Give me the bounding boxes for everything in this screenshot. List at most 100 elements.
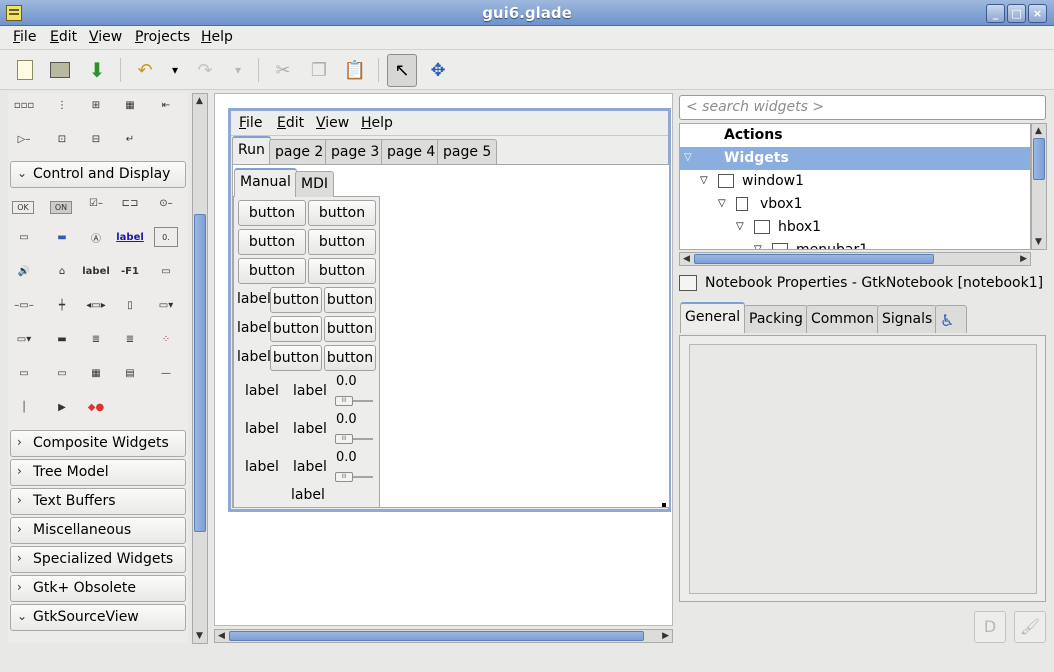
tab-common[interactable]: Common <box>806 305 880 333</box>
color-button-icon[interactable]: ▬ <box>50 227 74 247</box>
slider-knob[interactable]: III <box>335 434 353 444</box>
tab-run[interactable]: Run <box>232 136 271 165</box>
copy-icon[interactable]: ❐ <box>304 56 334 84</box>
expander-down-icon[interactable]: ▽ <box>684 152 692 163</box>
design-button[interactable]: button <box>308 258 376 284</box>
palette-scrollbar[interactable]: ▲ ▼ <box>192 93 208 644</box>
tree-row-actions[interactable]: Actions <box>680 124 1030 147</box>
scroll-down-arrow[interactable]: ▼ <box>196 631 203 641</box>
scroll-thumb[interactable] <box>694 254 934 264</box>
design-hscale[interactable]: III <box>335 396 373 410</box>
hscale-icon[interactable]: –▭– <box>12 295 36 315</box>
menu-edit[interactable]: Edit <box>50 29 77 45</box>
resize-handle[interactable] <box>662 503 666 507</box>
expander-down-icon[interactable]: ▽ <box>754 244 762 249</box>
check-button-icon[interactable]: ☑– <box>84 193 108 213</box>
slider-knob[interactable]: III <box>335 396 353 406</box>
scroll-thumb[interactable] <box>194 214 206 532</box>
design-button[interactable]: button <box>238 258 306 284</box>
expander-icon[interactable]: ▷– <box>12 129 36 149</box>
undo-icon[interactable]: ↶ <box>130 56 160 84</box>
scroll-up-arrow[interactable]: ▲ <box>1035 126 1042 136</box>
tab-page-3[interactable]: page 3 <box>325 139 386 165</box>
calendar-icon[interactable]: ▦ <box>84 363 108 383</box>
design-menu-file[interactable]: File <box>239 115 262 131</box>
vseparator-icon[interactable]: │ <box>12 397 36 417</box>
tab-page-4[interactable]: page 4 <box>381 139 442 165</box>
dock-icon[interactable]: D <box>974 611 1006 643</box>
design-button[interactable]: button <box>270 287 322 313</box>
palette-group-tree-model[interactable]: › Tree Model <box>10 459 186 486</box>
design-button[interactable]: button <box>270 345 322 371</box>
design-menu-edit[interactable]: Edit <box>277 115 304 131</box>
entry-icon[interactable]: ▭ <box>154 261 178 281</box>
menu-file[interactable]: File <box>13 29 36 45</box>
combo-entry-icon[interactable]: ▭▾ <box>12 329 36 349</box>
scroll-right-arrow[interactable]: ▶ <box>662 631 669 641</box>
tree-row-window1[interactable]: ▽ window1 <box>680 170 1030 193</box>
widget-tree[interactable]: Actions ▽ Widgets ▽ window1 ▽ vbox1 ▽ hbox1 … <box>679 123 1031 250</box>
drawing-area-icon[interactable]: ◆● <box>84 397 108 417</box>
design-button[interactable]: button <box>324 287 376 313</box>
hscrollbar-icon[interactable]: ◂▭▸ <box>84 295 108 315</box>
palette-group-text-buffers[interactable]: › Text Buffers <box>10 488 186 515</box>
accessibility-icon[interactable]: ♿ <box>935 305 967 333</box>
minimize-button[interactable]: _ <box>986 4 1005 23</box>
palette-group-control-display[interactable]: ⌄ Control and Display <box>10 161 186 188</box>
vscrollbar-icon[interactable]: ▯ <box>118 295 142 315</box>
spin-button-icon[interactable]: ⊏⊐ <box>118 193 142 213</box>
design-button[interactable]: button <box>308 200 376 226</box>
toggle-button-icon[interactable]: ON <box>50 201 72 214</box>
label-icon[interactable]: label <box>82 261 110 281</box>
paste-icon[interactable]: 📋 <box>340 56 370 84</box>
palette-group-sourceview[interactable]: ⌄ GtkSourceView <box>10 604 186 631</box>
tab-mdi[interactable]: MDI <box>295 171 334 197</box>
tree-hscrollbar[interactable]: ◀ ▶ <box>679 252 1031 266</box>
scale-button-icon[interactable]: 0. <box>154 227 178 247</box>
design-button[interactable]: button <box>308 229 376 255</box>
clear-icon[interactable]: 🖌 <box>1014 611 1046 643</box>
palette-group-composite[interactable]: › Composite Widgets <box>10 430 186 457</box>
volume-button-icon[interactable]: 🔊 <box>12 261 36 281</box>
design-hscale[interactable]: III <box>335 434 373 448</box>
frame-icon[interactable]: ⊡ <box>50 129 74 149</box>
ruler-icon[interactable]: ▤ <box>118 363 142 383</box>
design-hscrollbar[interactable]: ◀ ▶ <box>214 629 673 643</box>
expander-down-icon[interactable]: ▽ <box>700 175 708 186</box>
select-pointer-icon[interactable]: ↖ <box>387 54 417 87</box>
tab-signals[interactable]: Signals <box>877 305 938 333</box>
tab-page-5[interactable]: page 5 <box>437 139 498 165</box>
tab-page-2[interactable]: page 2 <box>269 139 330 165</box>
scroll-thumb[interactable] <box>1033 138 1045 180</box>
scroll-thumb[interactable] <box>229 631 644 641</box>
undo-dropdown-icon[interactable]: ▾ <box>160 56 190 84</box>
progress-bar-icon[interactable]: ▬ <box>50 329 74 349</box>
notebook-icon[interactable]: ⇤ <box>154 95 178 115</box>
tab-packing[interactable]: Packing <box>744 305 808 333</box>
alignment-icon[interactable]: ↵ <box>118 129 142 149</box>
design-button[interactable]: button <box>270 316 322 342</box>
design-button[interactable]: button <box>324 345 376 371</box>
image-icon[interactable]: ⌂ <box>50 261 74 281</box>
tab-manual[interactable]: Manual <box>234 168 297 197</box>
scroll-down-arrow[interactable]: ▼ <box>1035 237 1042 247</box>
menu-view[interactable]: View <box>89 29 122 45</box>
paned-icon[interactable]: ⊟ <box>84 129 108 149</box>
tree-row-widgets[interactable]: ▽ Widgets <box>680 147 1030 170</box>
link-button-icon[interactable]: label <box>116 227 144 247</box>
expander-down-icon[interactable]: ▽ <box>718 198 726 209</box>
new-project-icon[interactable] <box>10 56 40 84</box>
palette-group-specialized[interactable]: › Specialized Widgets <box>10 546 186 573</box>
cut-icon[interactable]: ✂ <box>268 56 298 84</box>
menu-projects[interactable]: Projects <box>135 29 190 45</box>
open-project-icon[interactable] <box>45 56 75 84</box>
slider-knob[interactable]: III <box>335 472 353 482</box>
combo-box-icon[interactable]: ▭▾ <box>154 295 178 315</box>
tree-row-hbox1[interactable]: ▽ hbox1 <box>680 216 1030 239</box>
hseparator-icon[interactable]: — <box>154 363 178 383</box>
file-chooser-icon[interactable]: ▭ <box>12 227 36 247</box>
icon-view-icon[interactable]: ⁘ <box>154 329 178 349</box>
radio-button-icon[interactable]: ⊙– <box>154 193 178 213</box>
design-menu-help[interactable]: Help <box>361 115 393 131</box>
close-button[interactable]: × <box>1028 4 1047 23</box>
